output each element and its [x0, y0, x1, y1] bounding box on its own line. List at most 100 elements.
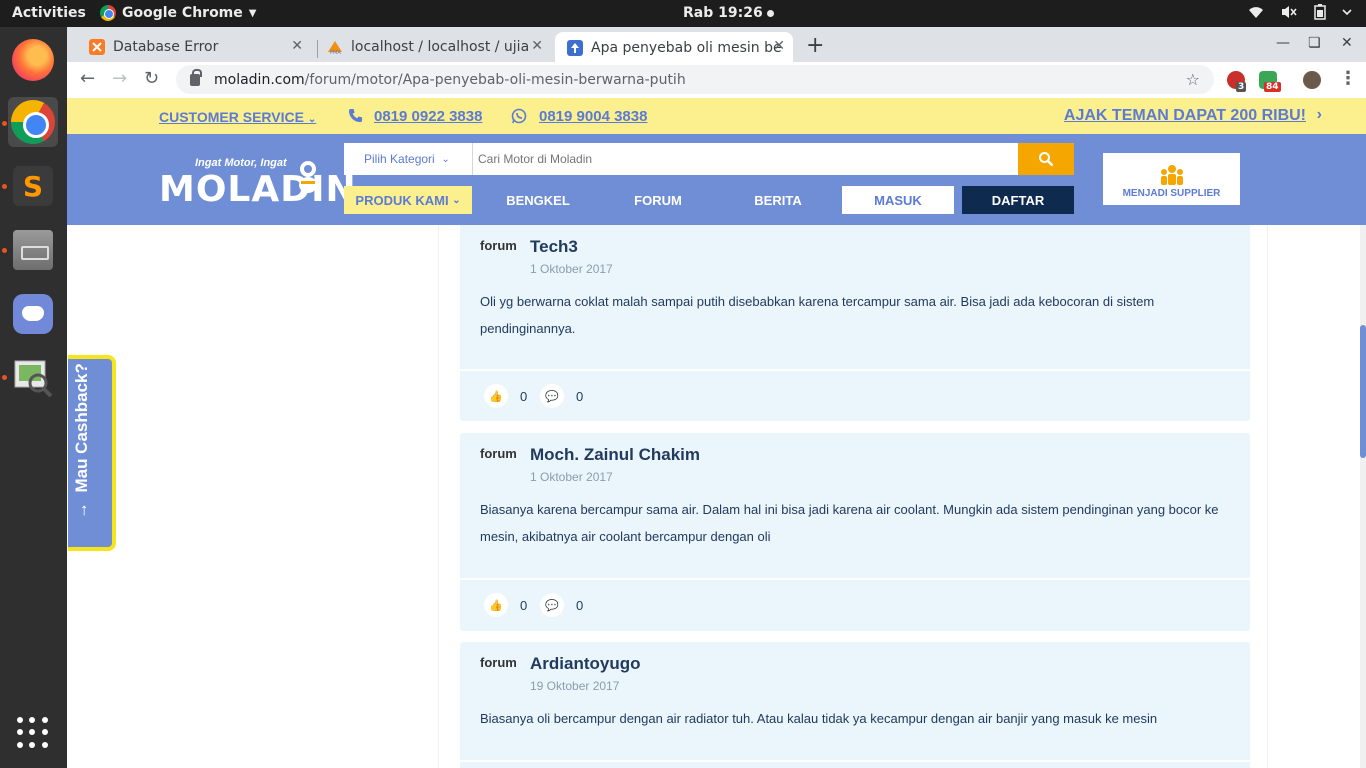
- reply-card: forum Ardiantoyugo 19 Oktober 2017 Biasa…: [460, 642, 1250, 768]
- like-button[interactable]: 👍 0: [484, 593, 527, 617]
- comment-count: 0: [576, 388, 584, 404]
- avatar: forum: [480, 655, 517, 670]
- arrow-right-icon: →: [72, 502, 91, 519]
- phpmyadmin-icon: PMA: [328, 41, 342, 55]
- logo-wordmark: MOLADIN: [159, 169, 357, 210]
- browser-toolbar: ← → ↻ moladin.com/forum/motor/Apa-penyeb…: [67, 62, 1366, 98]
- login-button[interactable]: MASUK: [842, 186, 954, 214]
- lock-icon: [190, 68, 202, 86]
- clock[interactable]: Rab 19:26: [683, 5, 774, 21]
- new-tab-button[interactable]: +: [806, 33, 824, 58]
- show-applications-icon[interactable]: [17, 717, 49, 749]
- scrollbar-thumb[interactable]: [1360, 325, 1366, 458]
- dock-image-viewer[interactable]: [8, 353, 58, 403]
- maximize-button[interactable]: ❏: [1308, 35, 1321, 51]
- chevron-right-icon: ›: [1316, 106, 1322, 123]
- dock-firefox[interactable]: [8, 35, 58, 85]
- dock-sublime-text[interactable]: S: [8, 161, 58, 211]
- referral-link[interactable]: AJAK TEMAN DAPAT 200 RIBU!: [1064, 107, 1306, 125]
- tab-database-error[interactable]: Database Error ✕: [77, 32, 311, 62]
- phone-icon: [348, 108, 363, 123]
- category-dropdown[interactable]: Pilih Kategori ⌄: [344, 143, 473, 175]
- dock-discord[interactable]: [8, 289, 58, 339]
- reply-author[interactable]: Tech3: [530, 237, 578, 257]
- chevron-down-icon: ⌄: [452, 194, 461, 206]
- menu-forum[interactable]: FORUM: [594, 186, 722, 214]
- sublime-text-icon: S: [13, 166, 53, 206]
- url-path: /forum/motor/Apa-penyebab-oli-mesin-berw…: [304, 71, 686, 88]
- dock-files[interactable]: [8, 225, 58, 275]
- chevron-down-icon: ▼: [248, 7, 257, 19]
- profile-avatar[interactable]: [1303, 71, 1321, 89]
- become-supplier-button[interactable]: MENJADI SUPPLIER: [1103, 153, 1240, 205]
- extension-badge: 84: [1264, 82, 1281, 92]
- comment-icon: 💬: [540, 593, 564, 617]
- close-icon[interactable]: ✕: [291, 38, 303, 54]
- thumbs-up-icon: 👍: [484, 593, 508, 617]
- tab-phpmyadmin[interactable]: PMA localhost / localhost / ujia ✕: [315, 32, 551, 62]
- app-menu[interactable]: Google Chrome ▼: [100, 5, 256, 21]
- logo-tagline: Ingat Motor, Ingat: [195, 157, 287, 169]
- svg-text:PMA: PMA: [330, 50, 341, 55]
- reply-author[interactable]: Moch. Zainul Chakim: [530, 445, 700, 465]
- browser-menu-button[interactable]: ⋮: [1339, 68, 1357, 89]
- avatar: forum: [480, 238, 517, 253]
- page-scrollbar[interactable]: [1360, 225, 1366, 768]
- image-viewer-icon: [14, 360, 53, 398]
- comment-count: 0: [576, 597, 584, 613]
- clock-label: Rab 19:26: [683, 5, 763, 21]
- register-button[interactable]: DAFTAR: [962, 186, 1074, 214]
- address-bar[interactable]: moladin.com/forum/motor/Apa-penyebab-oli…: [176, 65, 1214, 94]
- running-indicator: [2, 184, 7, 189]
- search-button[interactable]: [1018, 143, 1074, 175]
- menu-bengkel[interactable]: BENGKEL: [474, 186, 602, 214]
- comment-button[interactable]: 💬 0: [540, 593, 583, 617]
- back-button[interactable]: ←: [80, 68, 95, 89]
- search-input[interactable]: [478, 149, 1008, 169]
- app-menu-label: Google Chrome: [122, 5, 243, 21]
- top-contact-strip: CUSTOMER SERVICE ⌄ 0819 0922 3838 0819 9…: [67, 98, 1366, 134]
- moladin-favicon-icon: [567, 39, 583, 56]
- url-host: moladin.com: [214, 71, 305, 88]
- window-close-button[interactable]: ✕: [1341, 35, 1353, 51]
- whatsapp-link[interactable]: 0819 9004 3838: [539, 108, 647, 125]
- customer-service-label: CUSTOMER SERVICE: [159, 109, 304, 125]
- like-count: 0: [520, 388, 528, 404]
- volume-muted-icon: [1282, 6, 1297, 18]
- battery-icon: [1314, 4, 1326, 20]
- search-bar: Pilih Kategori ⌄: [344, 143, 1074, 175]
- customer-service-link[interactable]: CUSTOMER SERVICE ⌄: [159, 109, 316, 125]
- reply-author[interactable]: Ardiantoyugo: [530, 654, 641, 674]
- like-button[interactable]: 👍 0: [484, 384, 527, 408]
- dock-chrome[interactable]: [8, 97, 58, 147]
- cashback-floating-button[interactable]: → Mau Cashback?: [68, 355, 116, 551]
- minimize-button[interactable]: —: [1276, 35, 1290, 51]
- tab-title: Database Error: [113, 39, 219, 55]
- discord-icon: [13, 294, 53, 334]
- close-icon[interactable]: ✕: [531, 38, 543, 54]
- ubuntu-dock: S: [0, 27, 67, 768]
- forward-button[interactable]: →: [112, 68, 127, 89]
- forum-replies: forum Tech3 1 Oktober 2017 Oli yg berwar…: [438, 225, 1268, 768]
- activities-button[interactable]: Activities: [12, 5, 86, 21]
- notification-dot-icon: [766, 9, 774, 17]
- close-icon[interactable]: ✕: [773, 38, 785, 54]
- menu-produk-kami[interactable]: PRODUK KAMI ⌄: [344, 186, 472, 214]
- phone-link[interactable]: 0819 0922 3838: [374, 108, 482, 125]
- search-icon: [1039, 152, 1054, 167]
- comment-button[interactable]: 💬 0: [540, 384, 583, 408]
- reply-body: Oli yg berwarna coklat malah sampai puti…: [480, 294, 1155, 336]
- system-tray[interactable]: [1248, 4, 1352, 20]
- reply-date: 1 Oktober 2017: [530, 470, 613, 484]
- tab-title: localhost / localhost / ujia: [351, 39, 530, 55]
- menu-berita[interactable]: BERITA: [714, 186, 842, 214]
- tab-moladin-forum[interactable]: Apa penyebab oli mesin be ✕: [555, 32, 793, 63]
- menu-label: PRODUK KAMI: [355, 192, 449, 208]
- reply-body: Biasanya karena bercampur sama air. Dala…: [480, 502, 1219, 544]
- web-page: CUSTOMER SERVICE ⌄ 0819 0922 3838 0819 9…: [67, 98, 1366, 768]
- bookmark-star-icon[interactable]: ☆: [1186, 70, 1200, 89]
- running-indicator: [2, 121, 7, 126]
- reload-button[interactable]: ↻: [144, 68, 159, 89]
- cashback-text: Mau Cashback?: [72, 363, 91, 493]
- reply-card: forum Tech3 1 Oktober 2017 Oli yg berwar…: [460, 225, 1250, 421]
